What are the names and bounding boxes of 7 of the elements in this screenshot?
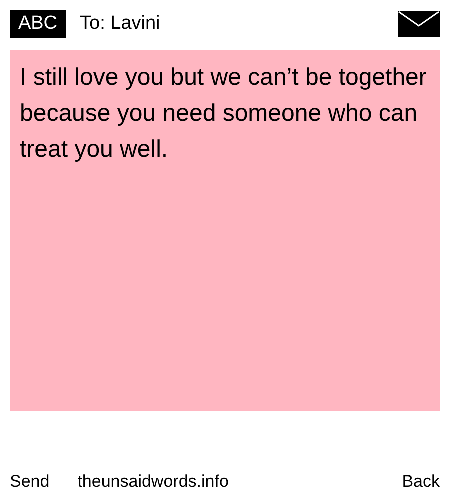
- envelope-icon[interactable]: [398, 11, 440, 37]
- message-text: I still love you but we can’t be together because you need someone who can treat you well.: [20, 63, 428, 165]
- send-button[interactable]: Send: [10, 468, 50, 494]
- recipient-label: To: Lavini: [80, 12, 160, 36]
- site-link[interactable]: theunsaidwords.info: [78, 468, 229, 494]
- back-button[interactable]: Back: [402, 468, 440, 494]
- logo: ABC: [10, 10, 66, 38]
